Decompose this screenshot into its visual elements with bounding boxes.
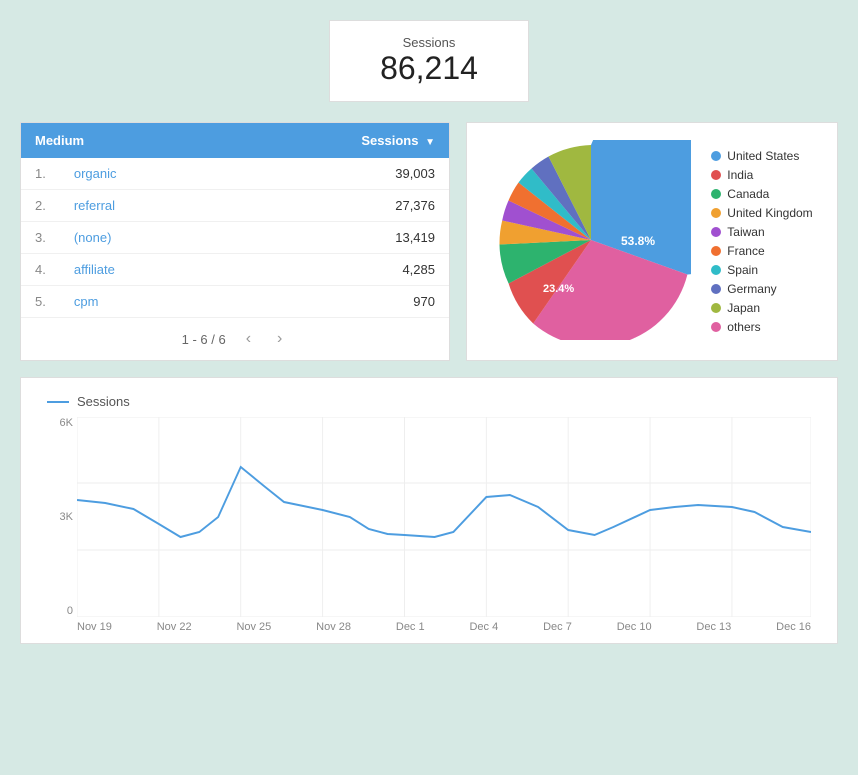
row-medium: (none) (60, 222, 220, 254)
legend-dot (711, 189, 721, 199)
pie-chart: 53.8% 23.4% (491, 140, 691, 343)
row-medium: cpm (60, 286, 220, 318)
line-chart-label: Sessions (77, 394, 130, 409)
y-label-3k: 3K (37, 511, 73, 523)
legend-dot (711, 322, 721, 332)
pagination-prev[interactable]: ‹ (240, 328, 257, 350)
pie-label-us: 53.8% (621, 234, 655, 248)
x-label: Dec 13 (696, 621, 731, 633)
sessions-value: 86,214 (350, 50, 508, 87)
line-chart-title: Sessions (37, 394, 821, 409)
legend-dot (711, 151, 721, 161)
table-row: 2. referral 27,376 (21, 190, 449, 222)
x-label: Dec 1 (396, 621, 425, 633)
row-sessions: 4,285 (219, 254, 449, 286)
y-label-0: 0 (37, 605, 73, 617)
row-medium: affiliate (60, 254, 220, 286)
pagination-range: 1 - 6 / 6 (182, 332, 226, 347)
row-sessions: 13,419 (219, 222, 449, 254)
x-label: Nov 22 (157, 621, 192, 633)
y-label-6k: 6K (37, 417, 73, 429)
row-sessions: 970 (219, 286, 449, 318)
table-row: 4. affiliate 4,285 (21, 254, 449, 286)
row-rank: 2. (21, 190, 60, 222)
x-label: Dec 4 (469, 621, 498, 633)
col-sessions: Sessions ▼ (219, 123, 449, 158)
y-labels: 6K 3K 0 (37, 417, 73, 617)
x-label: Nov 25 (236, 621, 271, 633)
legend-label: United States (727, 149, 799, 163)
x-labels: Nov 19 Nov 22 Nov 25 Nov 28 Dec 1 Dec 4 Dec 7 D… (77, 617, 811, 633)
table-row: 5. cpm 970 (21, 286, 449, 318)
legend-dot (711, 170, 721, 180)
row-rank: 3. (21, 222, 60, 254)
legend-label: United Kingdom (727, 206, 812, 220)
legend-item: Spain (711, 263, 812, 277)
legend-label: Japan (727, 301, 760, 315)
legend-label: France (727, 244, 764, 258)
x-label: Nov 28 (316, 621, 351, 633)
legend-item: France (711, 244, 812, 258)
x-label: Nov 19 (77, 621, 112, 633)
legend-dot (711, 208, 721, 218)
row-rank: 4. (21, 254, 60, 286)
pagination-next[interactable]: › (271, 328, 288, 350)
row-sessions: 39,003 (219, 158, 449, 190)
legend-dot (711, 284, 721, 294)
row-sessions: 27,376 (219, 190, 449, 222)
legend-item: Canada (711, 187, 812, 201)
legend-item: Japan (711, 301, 812, 315)
medium-table-container: Medium Sessions ▼ 1. organic 39,003 2. r… (20, 122, 450, 361)
pie-chart-container: 53.8% 23.4% United States India Canada U… (466, 122, 838, 361)
line-chart-svg (77, 417, 811, 617)
legend-dot (711, 265, 721, 275)
sessions-metric: Sessions 86,214 (329, 20, 529, 102)
pie-svg: 53.8% 23.4% (491, 140, 691, 340)
legend-item: United States (711, 149, 812, 163)
legend-item: United Kingdom (711, 206, 812, 220)
table-row: 1. organic 39,003 (21, 158, 449, 190)
top-row: Medium Sessions ▼ 1. organic 39,003 2. r… (20, 122, 838, 361)
row-medium: organic (60, 158, 220, 190)
table-pagination: 1 - 6 / 6 ‹ › (21, 318, 449, 360)
sessions-line (77, 467, 811, 537)
pie-legend: United States India Canada United Kingdo… (711, 149, 812, 334)
table-row: 3. (none) 13,419 (21, 222, 449, 254)
legend-label: India (727, 168, 753, 182)
row-rank: 1. (21, 158, 60, 190)
medium-table: Medium Sessions ▼ 1. organic 39,003 2. r… (21, 123, 449, 318)
legend-label: Canada (727, 187, 769, 201)
x-label: Dec 10 (617, 621, 652, 633)
row-rank: 5. (21, 286, 60, 318)
x-label: Dec 7 (543, 621, 572, 633)
pie-label-others: 23.4% (543, 283, 574, 295)
line-chart-container: Sessions 6K 3K 0 Nov 1 (20, 377, 838, 644)
line-legend-dash (47, 401, 69, 403)
legend-label: others (727, 320, 760, 334)
sessions-label: Sessions (350, 35, 508, 50)
legend-item: India (711, 168, 812, 182)
legend-dot (711, 246, 721, 256)
legend-label: Taiwan (727, 225, 764, 239)
legend-item: others (711, 320, 812, 334)
legend-dot (711, 303, 721, 313)
col-medium: Medium (21, 123, 219, 158)
legend-label: Germany (727, 282, 776, 296)
legend-dot (711, 227, 721, 237)
row-medium: referral (60, 190, 220, 222)
legend-label: Spain (727, 263, 758, 277)
x-label: Dec 16 (776, 621, 811, 633)
legend-item: Taiwan (711, 225, 812, 239)
chart-area: 6K 3K 0 (77, 417, 811, 617)
sort-icon: ▼ (425, 137, 435, 148)
legend-item: Germany (711, 282, 812, 296)
